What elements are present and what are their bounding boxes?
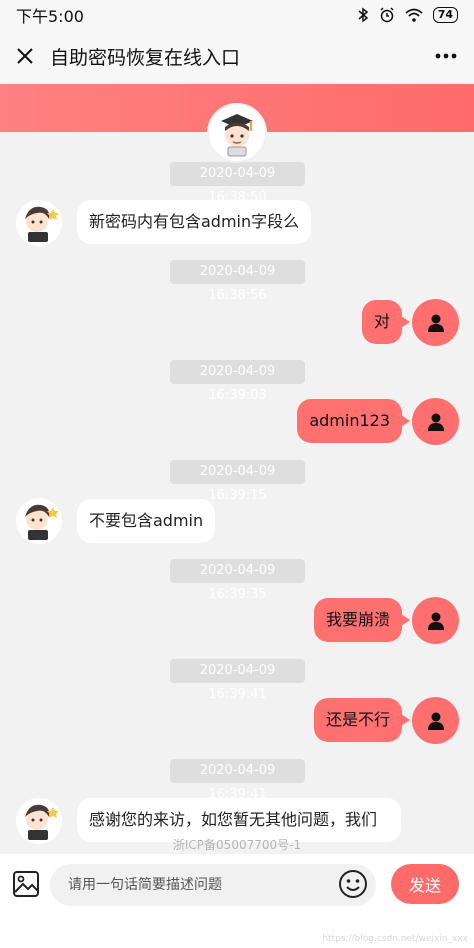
emoji-icon	[339, 870, 367, 898]
bluetooth-icon	[358, 7, 368, 23]
input-bar: 发送 https://blog.csdn.net/weixin_xxx	[0, 854, 474, 948]
message-timestamp: 2020-04-09 16:39:15	[170, 460, 305, 503]
user-icon	[427, 612, 444, 630]
message-input[interactable]	[50, 864, 376, 906]
graduate-character-icon	[221, 114, 253, 157]
chat-messages[interactable]: 2020-04-09 16:38:50 新密码内有包含admin字段么 2020…	[0, 132, 474, 854]
user-icon	[427, 712, 444, 730]
more-button[interactable]	[430, 43, 462, 69]
wifi-icon	[405, 8, 423, 22]
agent-character-icon	[25, 504, 59, 540]
battery-indicator: 74	[432, 7, 458, 23]
message-bubble: 还是不行	[313, 698, 411, 742]
status-icons: 74	[357, 7, 458, 23]
send-button[interactable]: 发送	[391, 864, 459, 904]
message-timestamp: 2020-04-09 16:39:03	[170, 360, 305, 403]
user-avatar	[412, 697, 459, 744]
title-bar: 自助密码恢复在线入口	[0, 30, 474, 82]
message-timestamp: 2020-04-09 16:38:50	[170, 162, 305, 205]
message-bubble: 我要崩溃	[313, 598, 411, 642]
user-avatar	[412, 299, 459, 346]
more-icon	[435, 53, 457, 59]
user-avatar	[412, 398, 459, 445]
status-bar: 下午5:00 74	[0, 0, 474, 30]
message-bubble: 新密码内有包含admin字段么	[77, 200, 312, 244]
user-icon	[427, 413, 444, 431]
watermark: https://blog.csdn.net/weixin_xxx	[322, 934, 468, 944]
agent-avatar	[16, 498, 62, 544]
message-timestamp: 2020-04-09 16:39:41	[170, 759, 305, 802]
image-icon	[13, 871, 39, 897]
message-timestamp: 2020-04-09 16:38:56	[170, 260, 305, 303]
message-bubble: 对	[361, 300, 411, 344]
agent-avatar	[16, 200, 62, 246]
status-time: 下午5:00	[16, 7, 84, 26]
message-timestamp: 2020-04-09 16:39:35	[170, 559, 305, 602]
icp-footer[interactable]: 浙ICP备05007700号-1	[0, 836, 474, 853]
message-timestamp: 2020-04-09 16:39:41	[170, 659, 305, 702]
user-avatar	[412, 597, 459, 644]
emoji-button[interactable]	[338, 869, 370, 901]
user-icon	[427, 314, 444, 332]
image-upload-button[interactable]	[12, 870, 42, 900]
alarm-icon	[380, 7, 394, 23]
service-avatar	[207, 103, 267, 163]
close-icon	[17, 48, 33, 64]
page-title: 自助密码恢复在线入口	[50, 46, 241, 69]
close-button[interactable]	[12, 43, 38, 69]
chat-screen: 下午5:00 74 自助密码恢复在线入口 2020-04-09 16:38:50…	[0, 0, 474, 948]
message-bubble: 不要包含admin	[77, 499, 216, 543]
message-bubble: admin123	[297, 399, 410, 443]
agent-character-icon	[25, 206, 59, 242]
